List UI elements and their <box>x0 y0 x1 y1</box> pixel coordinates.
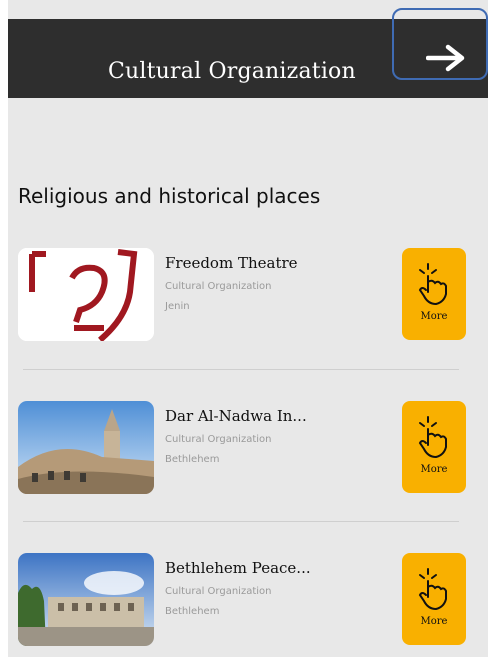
item-name: Bethlehem Peace... <box>165 559 311 577</box>
hand-tap-icon <box>418 568 447 611</box>
more-button[interactable]: More <box>402 248 466 340</box>
item-category: Cultural Organization <box>165 434 272 445</box>
list-item[interactable]: Dar Al-Nadwa In... Cultural Organization… <box>8 401 488 497</box>
section-title: Religious and historical places <box>18 184 321 208</box>
more-button[interactable]: More <box>402 401 466 493</box>
more-label: More <box>420 616 448 627</box>
item-name: Freedom Theatre <box>165 254 298 272</box>
freedom-theatre-logo <box>18 248 154 341</box>
peace-center-photo <box>18 553 154 646</box>
item-category: Cultural Organization <box>165 586 272 597</box>
page-title: Cultural Organization <box>108 59 356 84</box>
divider <box>23 369 459 370</box>
list-item[interactable]: Freedom Theatre Cultural Organization Je… <box>8 248 488 344</box>
item-category: Cultural Organization <box>165 281 272 292</box>
item-city: Jenin <box>165 301 190 312</box>
more-button[interactable]: More <box>402 553 466 645</box>
item-city: Bethlehem <box>165 606 220 617</box>
app-screen: Cultural Organization Religious and hist… <box>8 0 488 657</box>
more-label: More <box>420 464 448 475</box>
hand-tap-icon <box>418 263 447 306</box>
divider <box>23 521 459 522</box>
church-tower-photo <box>18 401 154 494</box>
list-item[interactable]: Bethlehem Peace... Cultural Organization… <box>8 553 488 649</box>
hand-tap-icon <box>418 416 447 459</box>
more-label: More <box>420 311 448 322</box>
item-name: Dar Al-Nadwa In... <box>165 407 307 425</box>
arrow-right-icon[interactable] <box>426 43 466 73</box>
item-city: Bethlehem <box>165 454 220 465</box>
